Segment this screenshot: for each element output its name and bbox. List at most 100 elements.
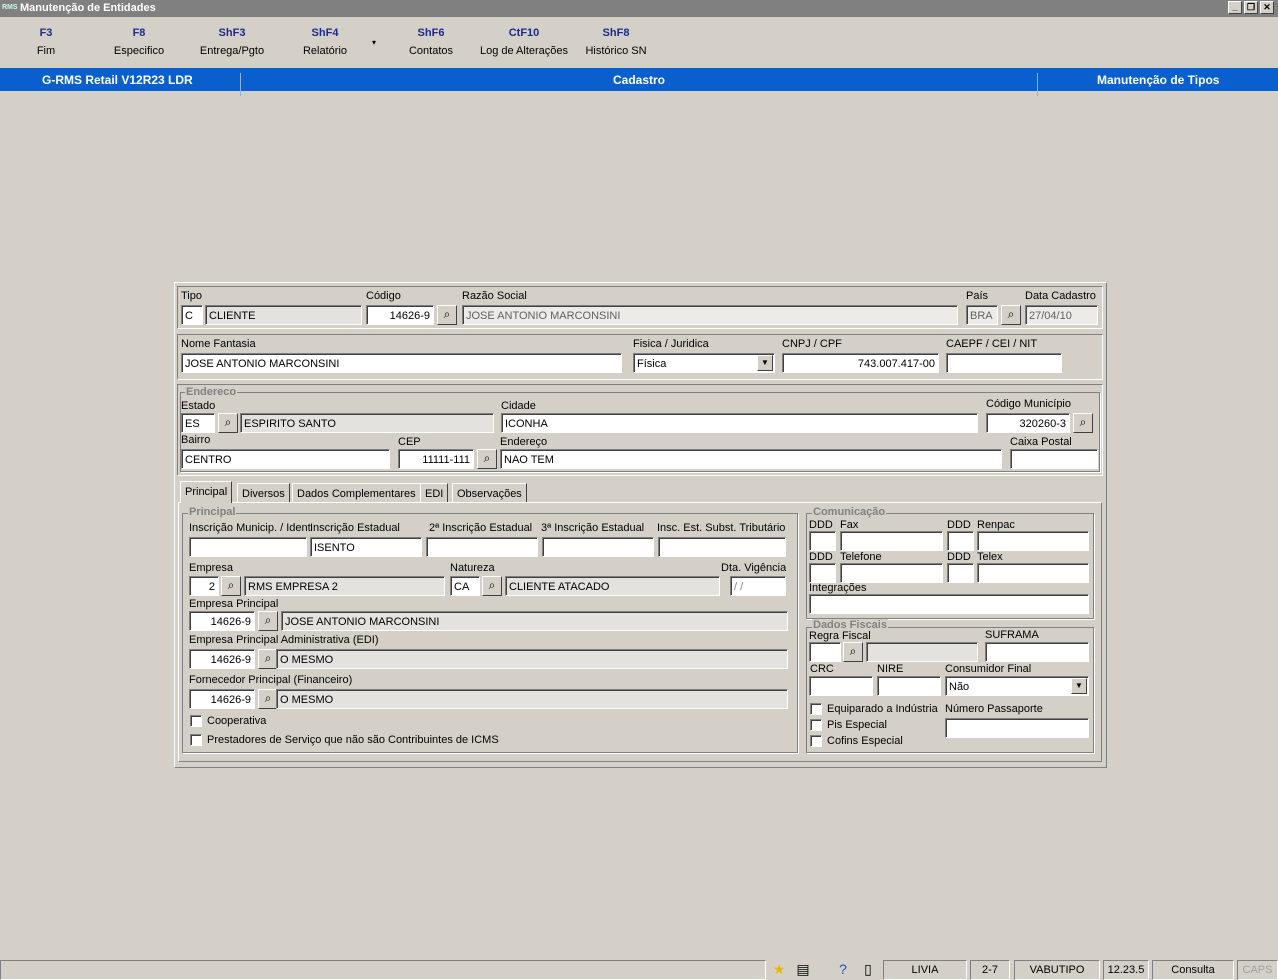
cidade-label: Cidade	[501, 400, 536, 412]
fisjur-select[interactable]: Física ▼	[633, 353, 775, 373]
estado-field[interactable]: ES	[181, 413, 215, 433]
cooperativa-label: Cooperativa	[207, 715, 267, 727]
help-icon[interactable]: ?	[832, 958, 854, 980]
binoculars-icon[interactable]: ⌕	[258, 649, 278, 669]
clipboard-icon[interactable]: ▯	[857, 958, 879, 980]
insc-mun-label: Inscrição Municip. / Ident	[189, 522, 311, 534]
dropdown-arrow-icon[interactable]: ▾	[372, 38, 376, 47]
data-cadastro-label: Data Cadastro	[1025, 290, 1096, 302]
tab-dados-complementares[interactable]: Dados Complementares	[292, 483, 421, 503]
minimize-icon[interactable]: _	[1228, 1, 1242, 14]
cnpj-field[interactable]: 743.007.417-00	[782, 353, 939, 373]
consumidor-select[interactable]: Não ▼	[945, 676, 1089, 696]
fisjur-label: Fisica / Juridica	[633, 338, 709, 350]
cooperativa-checkbox[interactable]	[190, 715, 202, 727]
telefone-field[interactable]	[840, 563, 943, 583]
tab-edi[interactable]: EDI	[420, 483, 449, 503]
binoculars-icon[interactable]: ⌕	[221, 576, 241, 596]
renpac-field[interactable]	[977, 531, 1089, 551]
bairro-field[interactable]: CENTRO	[181, 449, 390, 469]
telex-ddd-field[interactable]	[947, 563, 974, 583]
tipo-desc-field: CLIENTE	[205, 305, 362, 325]
emp-princ-field[interactable]: 14626-9	[189, 611, 255, 631]
chevron-down-icon[interactable]: ▼	[757, 355, 773, 371]
regra-fiscal-field[interactable]	[809, 642, 841, 662]
fkey-f3[interactable]: F3 Fim	[20, 27, 72, 57]
emp-adm-field[interactable]: 14626-9	[189, 649, 255, 669]
insc-est-label: Inscrição Estadual	[310, 522, 400, 534]
empresa-field[interactable]: 2	[189, 576, 219, 596]
emp-adm-nome-field: O MESMO	[276, 649, 788, 669]
equiparado-checkbox[interactable]	[810, 703, 822, 715]
vigencia-field[interactable]: / /	[730, 576, 786, 596]
forn-field[interactable]: 14626-9	[189, 689, 255, 709]
forn-label: Fornecedor Principal (Financeiro)	[189, 674, 353, 686]
close-icon[interactable]: ✕	[1260, 1, 1274, 14]
renpac-ddd-field[interactable]	[947, 531, 974, 551]
codigo-field[interactable]: 14626-9	[366, 305, 434, 325]
insc-mun-field[interactable]	[189, 537, 307, 557]
vigencia-label: Dta. Vigência	[721, 562, 787, 574]
pis-checkbox[interactable]	[810, 719, 822, 731]
crc-field[interactable]	[809, 676, 873, 696]
document-icon[interactable]: ▤	[792, 958, 814, 980]
suframa-field[interactable]	[985, 642, 1089, 662]
telex-field[interactable]	[977, 563, 1089, 583]
caixa-postal-field[interactable]	[1010, 449, 1098, 469]
tab-diversos[interactable]: Diversos	[237, 483, 290, 503]
insc-subst-field[interactable]	[658, 537, 786, 557]
insc3-label: 3ª Inscrição Estadual	[541, 522, 645, 534]
caepf-field[interactable]	[946, 353, 1062, 373]
insc2-field[interactable]	[426, 537, 538, 557]
binoculars-icon[interactable]: ⌕	[1001, 305, 1021, 325]
prestadores-checkbox[interactable]	[190, 734, 202, 746]
restore-icon[interactable]: ❐	[1244, 1, 1258, 14]
natureza-label: Natureza	[450, 562, 495, 574]
ddd-label: DDD	[947, 551, 971, 563]
binoculars-icon[interactable]: ⌕	[482, 576, 502, 596]
tab-principal[interactable]: Principal	[180, 481, 233, 503]
fkey-shf6[interactable]: ShF6 Contatos	[398, 27, 464, 57]
header-divider	[1037, 73, 1038, 96]
module-name: Cadastro	[613, 73, 666, 87]
binoculars-icon[interactable]: ⌕	[437, 305, 457, 325]
cep-field[interactable]: 11111-111	[398, 449, 474, 469]
insc3-field[interactable]	[542, 537, 654, 557]
codigo-label: Código	[366, 290, 401, 302]
star-icon[interactable]: ★	[768, 958, 790, 980]
nire-field[interactable]	[877, 676, 941, 696]
fkey-ctf10[interactable]: CtF10 Log de Alterações	[476, 27, 572, 57]
insc2-label: 2ª Inscrição Estadual	[429, 522, 533, 534]
passaporte-field[interactable]	[945, 718, 1089, 738]
fax-field[interactable]	[840, 531, 943, 551]
fkey-shf4[interactable]: ShF4 Relatório	[290, 27, 360, 57]
binoculars-icon[interactable]: ⌕	[477, 449, 497, 469]
tab-observacoes[interactable]: Observações	[452, 483, 527, 503]
natureza-field[interactable]: CA	[450, 576, 480, 596]
pais-label: País	[966, 290, 989, 302]
fkey-shf8[interactable]: ShF8 Histórico SN	[582, 27, 650, 57]
telefone-ddd-field[interactable]	[809, 563, 836, 583]
tipo-code-field[interactable]: C	[181, 305, 203, 325]
bairro-label: Bairro	[181, 434, 211, 446]
binoculars-icon[interactable]: ⌕	[258, 611, 278, 631]
cofins-checkbox[interactable]	[810, 735, 822, 747]
codmun-field[interactable]: 320260-3	[986, 413, 1070, 433]
binoculars-icon[interactable]: ⌕	[218, 413, 238, 433]
fantasia-label: Nome Fantasia	[181, 338, 256, 350]
fkey-shf3[interactable]: ShF3 Entrega/Pgto	[192, 27, 272, 57]
chevron-down-icon[interactable]: ▼	[1071, 678, 1087, 694]
endereco-field[interactable]: NAO TEM	[500, 449, 1002, 469]
forn-nome-field: O MESMO	[276, 689, 788, 709]
cidade-field[interactable]: ICONHA	[501, 413, 978, 433]
insc-est-field[interactable]: ISENTO	[310, 537, 422, 557]
binoculars-icon[interactable]: ⌕	[258, 689, 278, 709]
binoculars-icon[interactable]: ⌕	[843, 642, 863, 662]
equiparado-label: Equiparado a Indústria	[827, 703, 938, 715]
integracoes-field[interactable]	[809, 594, 1089, 614]
fax-ddd-field[interactable]	[809, 531, 836, 551]
fkey-f8[interactable]: F8 Especifico	[104, 27, 174, 57]
title-bar: RMS Manutenção de Entidades _ ❐ ✕	[0, 0, 1278, 17]
binoculars-icon[interactable]: ⌕	[1073, 413, 1093, 433]
fantasia-field[interactable]: JOSE ANTONIO MARCONSINI	[181, 353, 622, 373]
